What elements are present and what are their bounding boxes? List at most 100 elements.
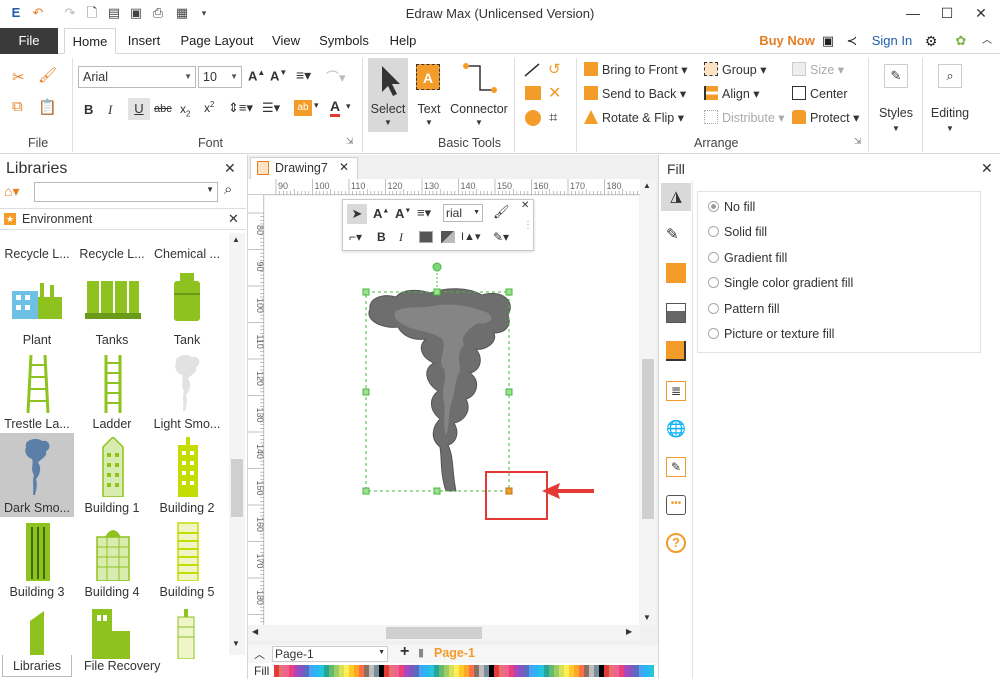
fill-option-gradient[interactable]: Gradient fill — [708, 251, 787, 265]
library-item[interactable]: Recycle L... — [0, 231, 74, 263]
add-page-icon[interactable]: + — [400, 643, 409, 661]
tab-symbols[interactable]: Symbols — [314, 28, 374, 54]
page-nav-icon[interactable]: ▮ — [418, 646, 424, 659]
library-item[interactable]: Building 1 — [75, 433, 149, 517]
color-swatch[interactable] — [649, 665, 654, 677]
search-icon[interactable]: ⌕ — [224, 181, 232, 198]
pointer-icon[interactable]: ➤ — [347, 204, 367, 224]
scrollbar-thumb[interactable] — [231, 459, 243, 517]
theme-icon[interactable]: ✿ — [952, 28, 970, 54]
chevron-up-icon[interactable]: ︿ — [254, 646, 265, 662]
cross-tool-icon[interactable]: ✕ — [548, 83, 561, 103]
font-name-select[interactable]: Arial ▼ — [78, 66, 196, 88]
size-button[interactable]: Size ▾ — [792, 62, 844, 77]
file-menu-button[interactable]: File — [0, 28, 58, 54]
copy-icon[interactable]: ⧉ — [12, 98, 23, 115]
tab-help[interactable]: Help — [382, 28, 424, 54]
library-item[interactable]: Recycle L... — [75, 231, 149, 263]
bold-icon[interactable]: B — [84, 102, 93, 117]
align-button[interactable]: Align ▾ — [704, 86, 760, 101]
fill-option-pattern[interactable]: Pattern fill — [708, 302, 780, 316]
chevron-down-icon[interactable]: ▾ — [346, 101, 351, 112]
library-item[interactable]: Tanks — [75, 265, 149, 349]
chevron-down-icon[interactable]: ▾ — [314, 100, 319, 111]
help-icon[interactable]: ? — [666, 533, 686, 553]
grow-font-icon[interactable]: A▲ — [373, 206, 389, 221]
library-item[interactable]: Trestle La... — [0, 349, 74, 433]
line-spacing-icon[interactable]: ⇕≡▾ — [228, 100, 253, 116]
close-icon[interactable]: ✕ — [224, 160, 236, 177]
group-button[interactable]: Group ▾ — [704, 62, 767, 77]
mini-font-select[interactable]: rial ▼ — [443, 204, 483, 222]
share-icon[interactable]: ≺ — [844, 28, 860, 54]
close-icon[interactable]: ✕ — [228, 211, 239, 227]
italic-icon[interactable]: I — [399, 230, 403, 245]
shrink-font-icon[interactable]: A▼ — [270, 68, 287, 83]
fill-option-no-fill[interactable]: No fill — [708, 200, 755, 214]
bullets-icon[interactable]: ☰▾ — [262, 100, 280, 116]
format-painter-icon[interactable]: 🖌 — [493, 204, 510, 220]
chevron-right-icon[interactable]: ▶ — [626, 627, 632, 636]
account-icon[interactable]: ▣ — [820, 28, 836, 54]
protect-button[interactable]: Protect ▾ — [792, 110, 859, 125]
library-item[interactable]: Building 5 — [150, 517, 224, 601]
text-tool-button[interactable]: A Text ▼ — [412, 58, 446, 132]
text-direction-icon[interactable]: ⌒▾ — [326, 67, 346, 86]
grow-font-icon[interactable]: A▲ — [248, 68, 265, 83]
font-dialog-launcher-icon[interactable]: ⇲ — [346, 136, 354, 147]
shrink-font-icon[interactable]: A▼ — [395, 206, 411, 221]
scrollbar-thumb[interactable] — [386, 627, 482, 639]
text-align-icon[interactable]: ≡▾ — [417, 205, 431, 221]
tab-view[interactable]: View — [266, 28, 306, 54]
chevron-up-icon[interactable]: ▲ — [232, 235, 240, 244]
fill-option-picture-texture[interactable]: Picture or texture fill — [708, 327, 834, 341]
note-icon[interactable]: ✎ — [666, 457, 686, 477]
arc-tool-icon[interactable]: ↺ — [548, 60, 561, 78]
text-background-icon[interactable]: ab — [294, 100, 312, 116]
editing-button[interactable]: ⌕ Editing ▼ — [928, 60, 972, 144]
distribute-button[interactable]: Distribute ▾ — [704, 110, 785, 125]
font-color-icon[interactable]: A — [330, 98, 341, 117]
page-tab-active[interactable]: Page-1 — [434, 646, 475, 660]
line-tool-icon[interactable] — [522, 62, 542, 78]
library-item[interactable]: Tank — [150, 265, 224, 349]
buy-now-link[interactable]: Buy Now — [758, 28, 816, 54]
strikethrough-icon[interactable]: abc — [154, 103, 172, 115]
font-size-select[interactable]: 10 ▼ — [198, 66, 242, 88]
underline-icon[interactable]: U — [128, 98, 150, 120]
format-painter-icon[interactable]: 🖌 — [38, 66, 57, 84]
tab-page-layout[interactable]: Page Layout — [176, 28, 258, 54]
subscript-icon[interactable]: x2 — [180, 102, 190, 118]
document-tab[interactable]: Drawing7 ✕ — [250, 157, 358, 179]
cut-icon[interactable]: ✂ — [12, 68, 25, 86]
connector-tool-button[interactable]: Connector ▼ — [448, 58, 510, 132]
globe-icon[interactable]: 🌐 — [666, 419, 686, 439]
fill-bucket-icon[interactable]: ◮ — [661, 183, 691, 211]
library-item[interactable]: Building 3 — [0, 517, 74, 601]
fill-option-solid[interactable]: Solid fill — [708, 225, 767, 239]
close-icon[interactable]: ✕ — [339, 160, 349, 174]
tab-file-recovery[interactable]: File Recovery — [84, 655, 160, 677]
comment-icon[interactable]: ••• — [666, 495, 686, 515]
chevron-down-icon[interactable]: ▼ — [643, 613, 651, 622]
tab-home[interactable]: Home — [64, 28, 116, 54]
layer-icon[interactable] — [666, 341, 686, 361]
styles-button[interactable]: ✎ Styles ▼ — [876, 60, 916, 144]
bold-icon[interactable]: B — [377, 230, 386, 244]
library-item[interactable]: Building 4 — [75, 517, 149, 601]
line-style-icon[interactable]: ✎▾ — [493, 230, 509, 244]
page-select[interactable]: Page-1 ▼ — [272, 646, 388, 662]
close-window-button[interactable]: ✕ — [966, 2, 996, 24]
text-align-icon[interactable]: ≡▾ — [296, 67, 311, 84]
arrange-dialog-launcher-icon[interactable]: ⇲ — [854, 136, 862, 147]
chevron-up-icon[interactable]: ▲ — [643, 181, 651, 190]
color-palette[interactable] — [274, 665, 654, 677]
connector-style-icon[interactable]: ⌐▾ — [349, 230, 362, 244]
bring-to-front-button[interactable]: Bring to Front ▾ — [584, 62, 687, 77]
paste-icon[interactable]: 📋 — [38, 98, 57, 116]
canvas-vertical-scrollbar[interactable]: ▲ ▼ — [640, 179, 656, 625]
close-icon[interactable]: ✕ — [981, 160, 993, 177]
canvas-horizontal-scrollbar[interactable]: ◀ ▶ — [248, 625, 640, 641]
rotate-flip-button[interactable]: Rotate & Flip ▾ — [584, 110, 684, 125]
library-item[interactable]: Ladder — [75, 349, 149, 433]
